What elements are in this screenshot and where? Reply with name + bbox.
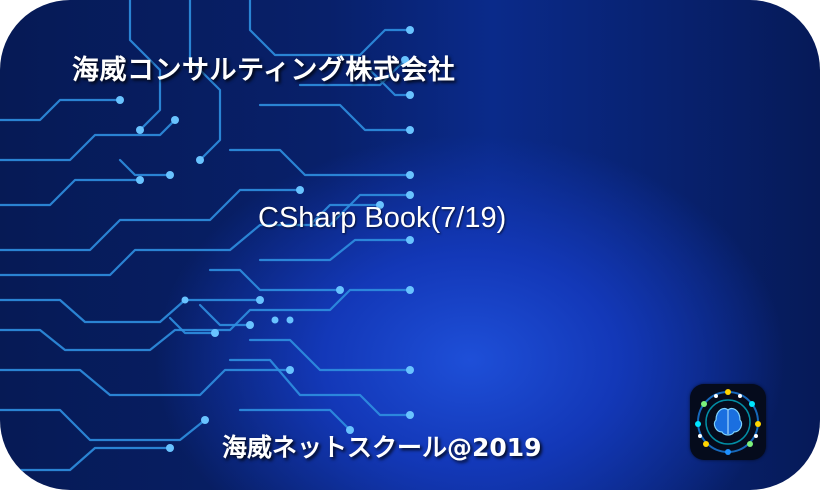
book-title: CSharp Book(7/19) (258, 202, 507, 234)
footer-school-name: 海威ネットスクール@2019 (222, 433, 542, 462)
company-name: 海威コンサルティング株式会社 (72, 55, 456, 86)
brain-network-icon (690, 384, 766, 460)
title-card: 海威コンサルティング株式会社 CSharp Book(7/19) 海威ネットスク… (0, 0, 820, 490)
